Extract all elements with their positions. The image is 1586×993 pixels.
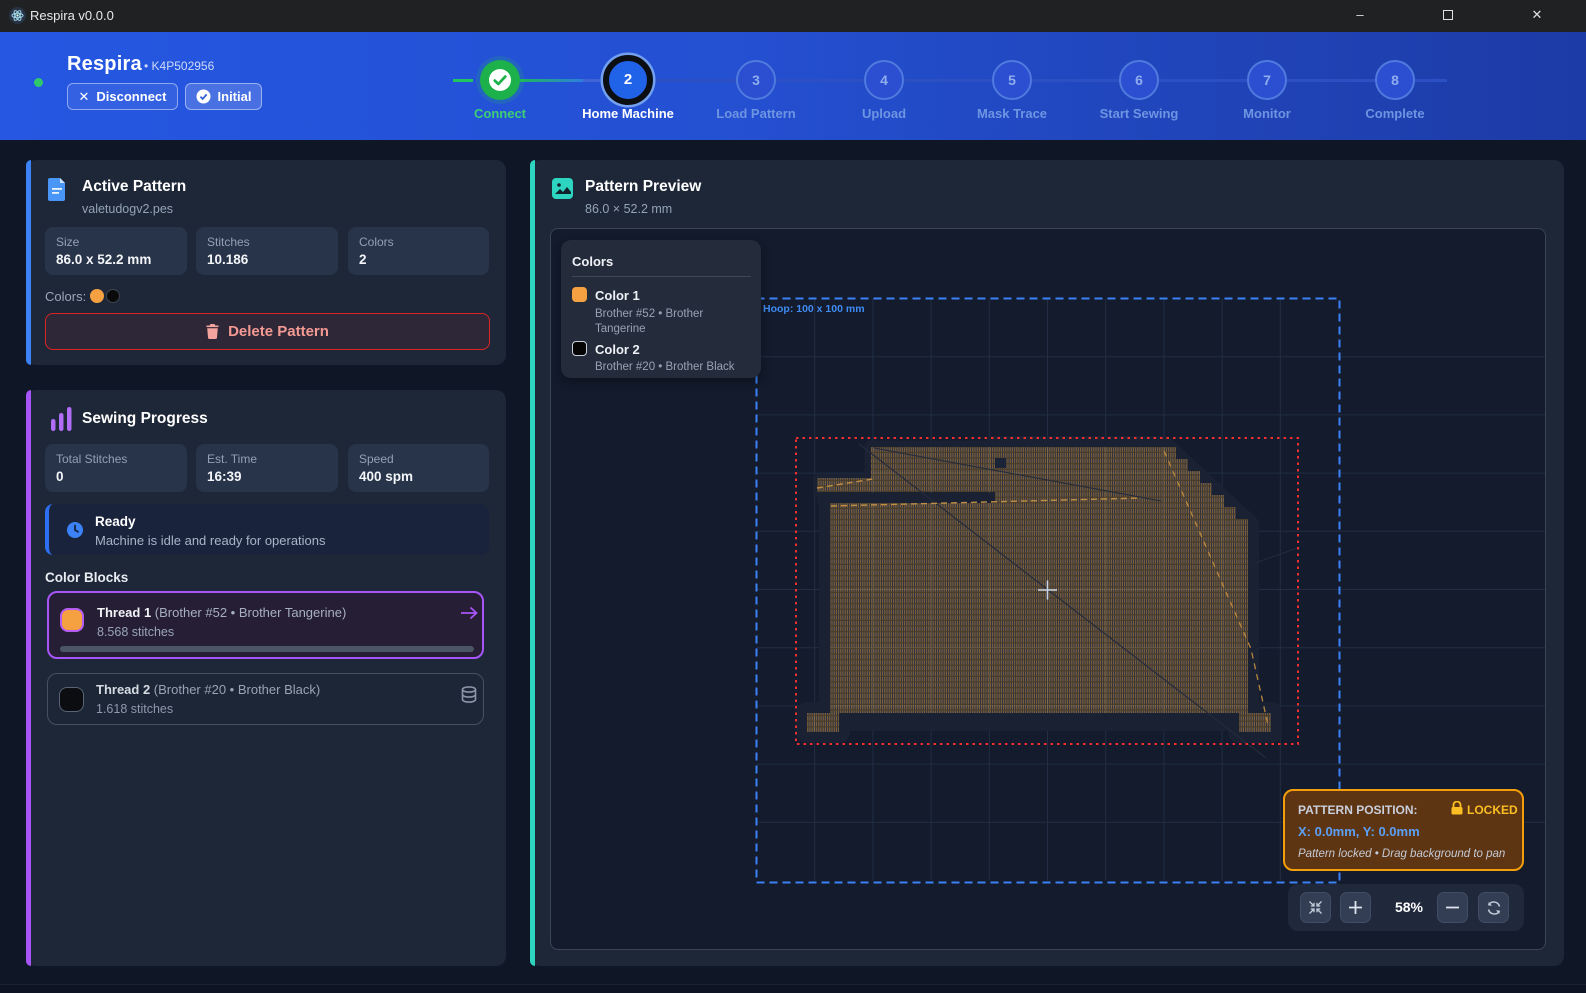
svg-text:Hoop: 100 x 100 mm: Hoop: 100 x 100 mm — [763, 303, 865, 315]
